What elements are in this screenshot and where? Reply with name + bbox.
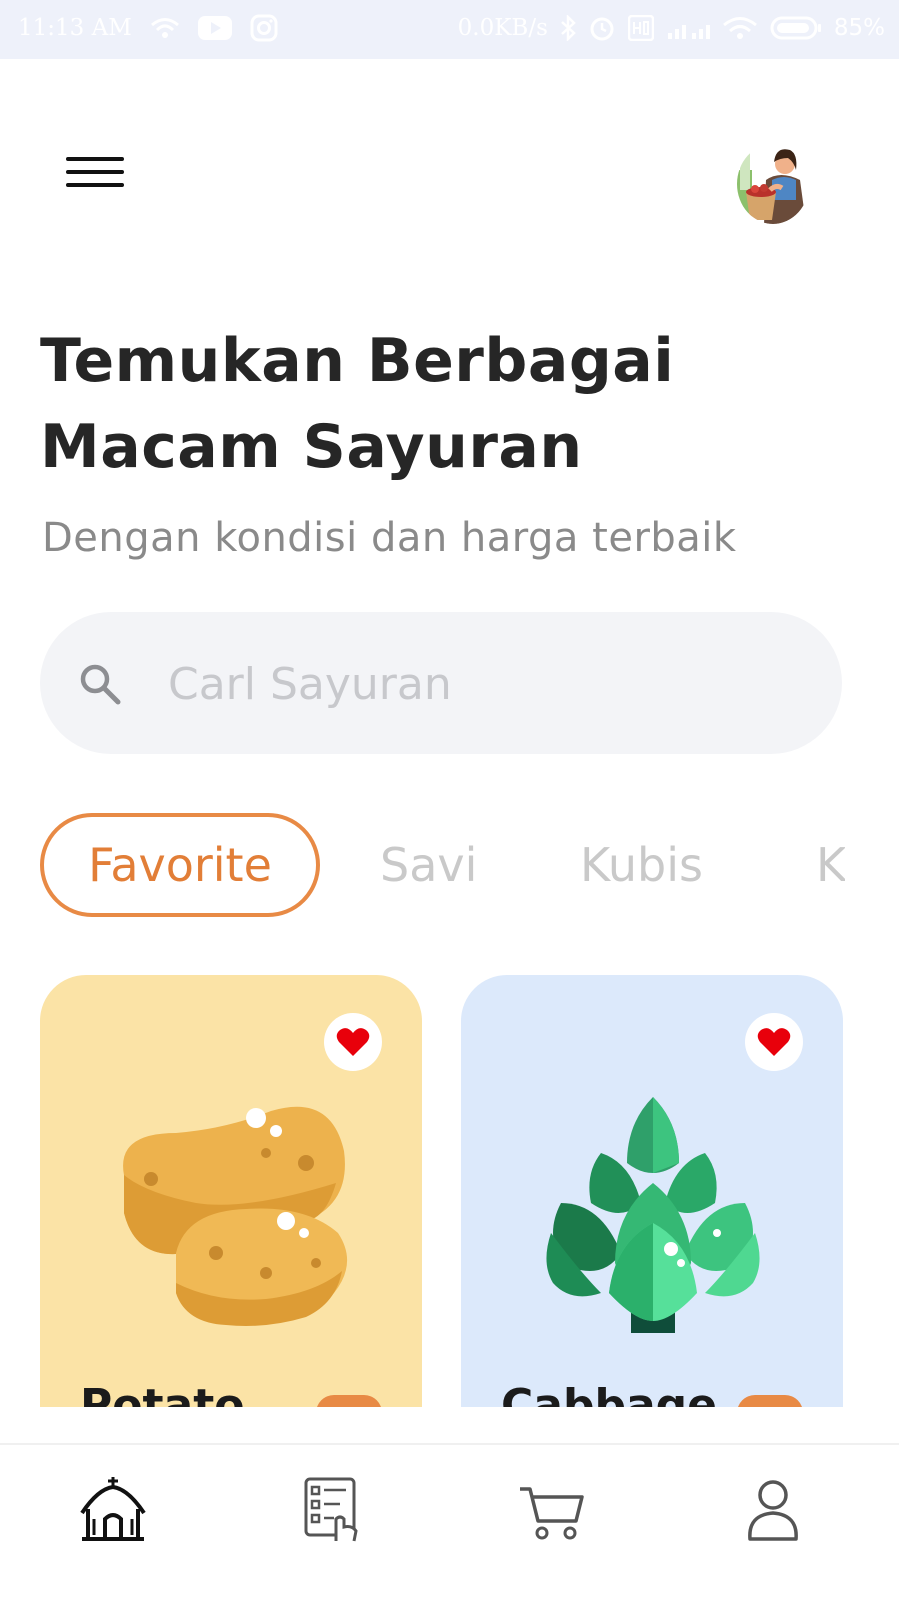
- tab-favorite[interactable]: Favorite: [40, 813, 320, 917]
- favorite-button[interactable]: [324, 1013, 382, 1071]
- product-card-potato[interactable]: Potato: [40, 975, 422, 1407]
- nav-home[interactable]: [78, 1475, 148, 1545]
- tab-k[interactable]: K: [816, 813, 845, 917]
- category-tabs: Favorite Savi Kubis K: [40, 813, 845, 917]
- cart-icon: [520, 1487, 584, 1540]
- youtube-icon: [197, 16, 232, 40]
- bluetooth-icon: [561, 15, 576, 41]
- price-badge: [737, 1395, 803, 1407]
- battery-icon: [770, 16, 821, 40]
- title-line-1: Temukan Berbagai: [40, 326, 675, 396]
- status-time: 11:13 AM: [18, 15, 132, 41]
- profile-icon: [748, 1480, 798, 1541]
- cabbage-icon: [546, 1097, 760, 1333]
- avatar[interactable]: [736, 140, 810, 224]
- hd-icon: [627, 15, 654, 41]
- heart-icon: [336, 1028, 370, 1056]
- nav-orders[interactable]: [300, 1475, 370, 1545]
- search-bar[interactable]: [40, 612, 842, 754]
- home-icon: [80, 1477, 146, 1541]
- wifi-icon: [722, 17, 757, 39]
- search-icon: [80, 664, 121, 705]
- status-bar: 11:13 AM 0.0KB/s 85%: [0, 0, 899, 59]
- nav-cart[interactable]: [518, 1475, 588, 1545]
- hamburger-menu-icon[interactable]: [66, 155, 130, 193]
- bottom-navigation: [0, 1443, 899, 1601]
- signal-icon: [667, 25, 710, 39]
- alarm-icon: [590, 17, 614, 41]
- page-title: Temukan Berbagai Macam Sayuran: [40, 318, 840, 490]
- potato-icon: [123, 1106, 348, 1326]
- product-name: Cabbage: [501, 1380, 718, 1407]
- favorite-button[interactable]: [745, 1013, 803, 1071]
- page-subtitle: Dengan kondisi dan harga terbaik: [42, 515, 737, 561]
- battery-level: 85%: [833, 15, 885, 41]
- tab-kubis[interactable]: Kubis: [580, 813, 703, 917]
- price-badge: [316, 1395, 382, 1407]
- wifi-icon: [150, 18, 179, 38]
- network-speed: 0.0KB/s: [457, 15, 548, 41]
- tab-savi[interactable]: Savi: [380, 813, 477, 917]
- order-list-icon: [304, 1477, 358, 1542]
- product-name: Potato: [80, 1380, 245, 1407]
- heart-icon: [757, 1028, 791, 1056]
- product-grid: Potato Cabbage: [0, 975, 899, 1407]
- nav-profile[interactable]: [738, 1475, 808, 1545]
- instagram-icon: [250, 14, 278, 42]
- title-line-2: Macam Sayuran: [40, 412, 583, 482]
- search-input[interactable]: [166, 652, 810, 716]
- product-card-cabbage[interactable]: Cabbage: [461, 975, 843, 1407]
